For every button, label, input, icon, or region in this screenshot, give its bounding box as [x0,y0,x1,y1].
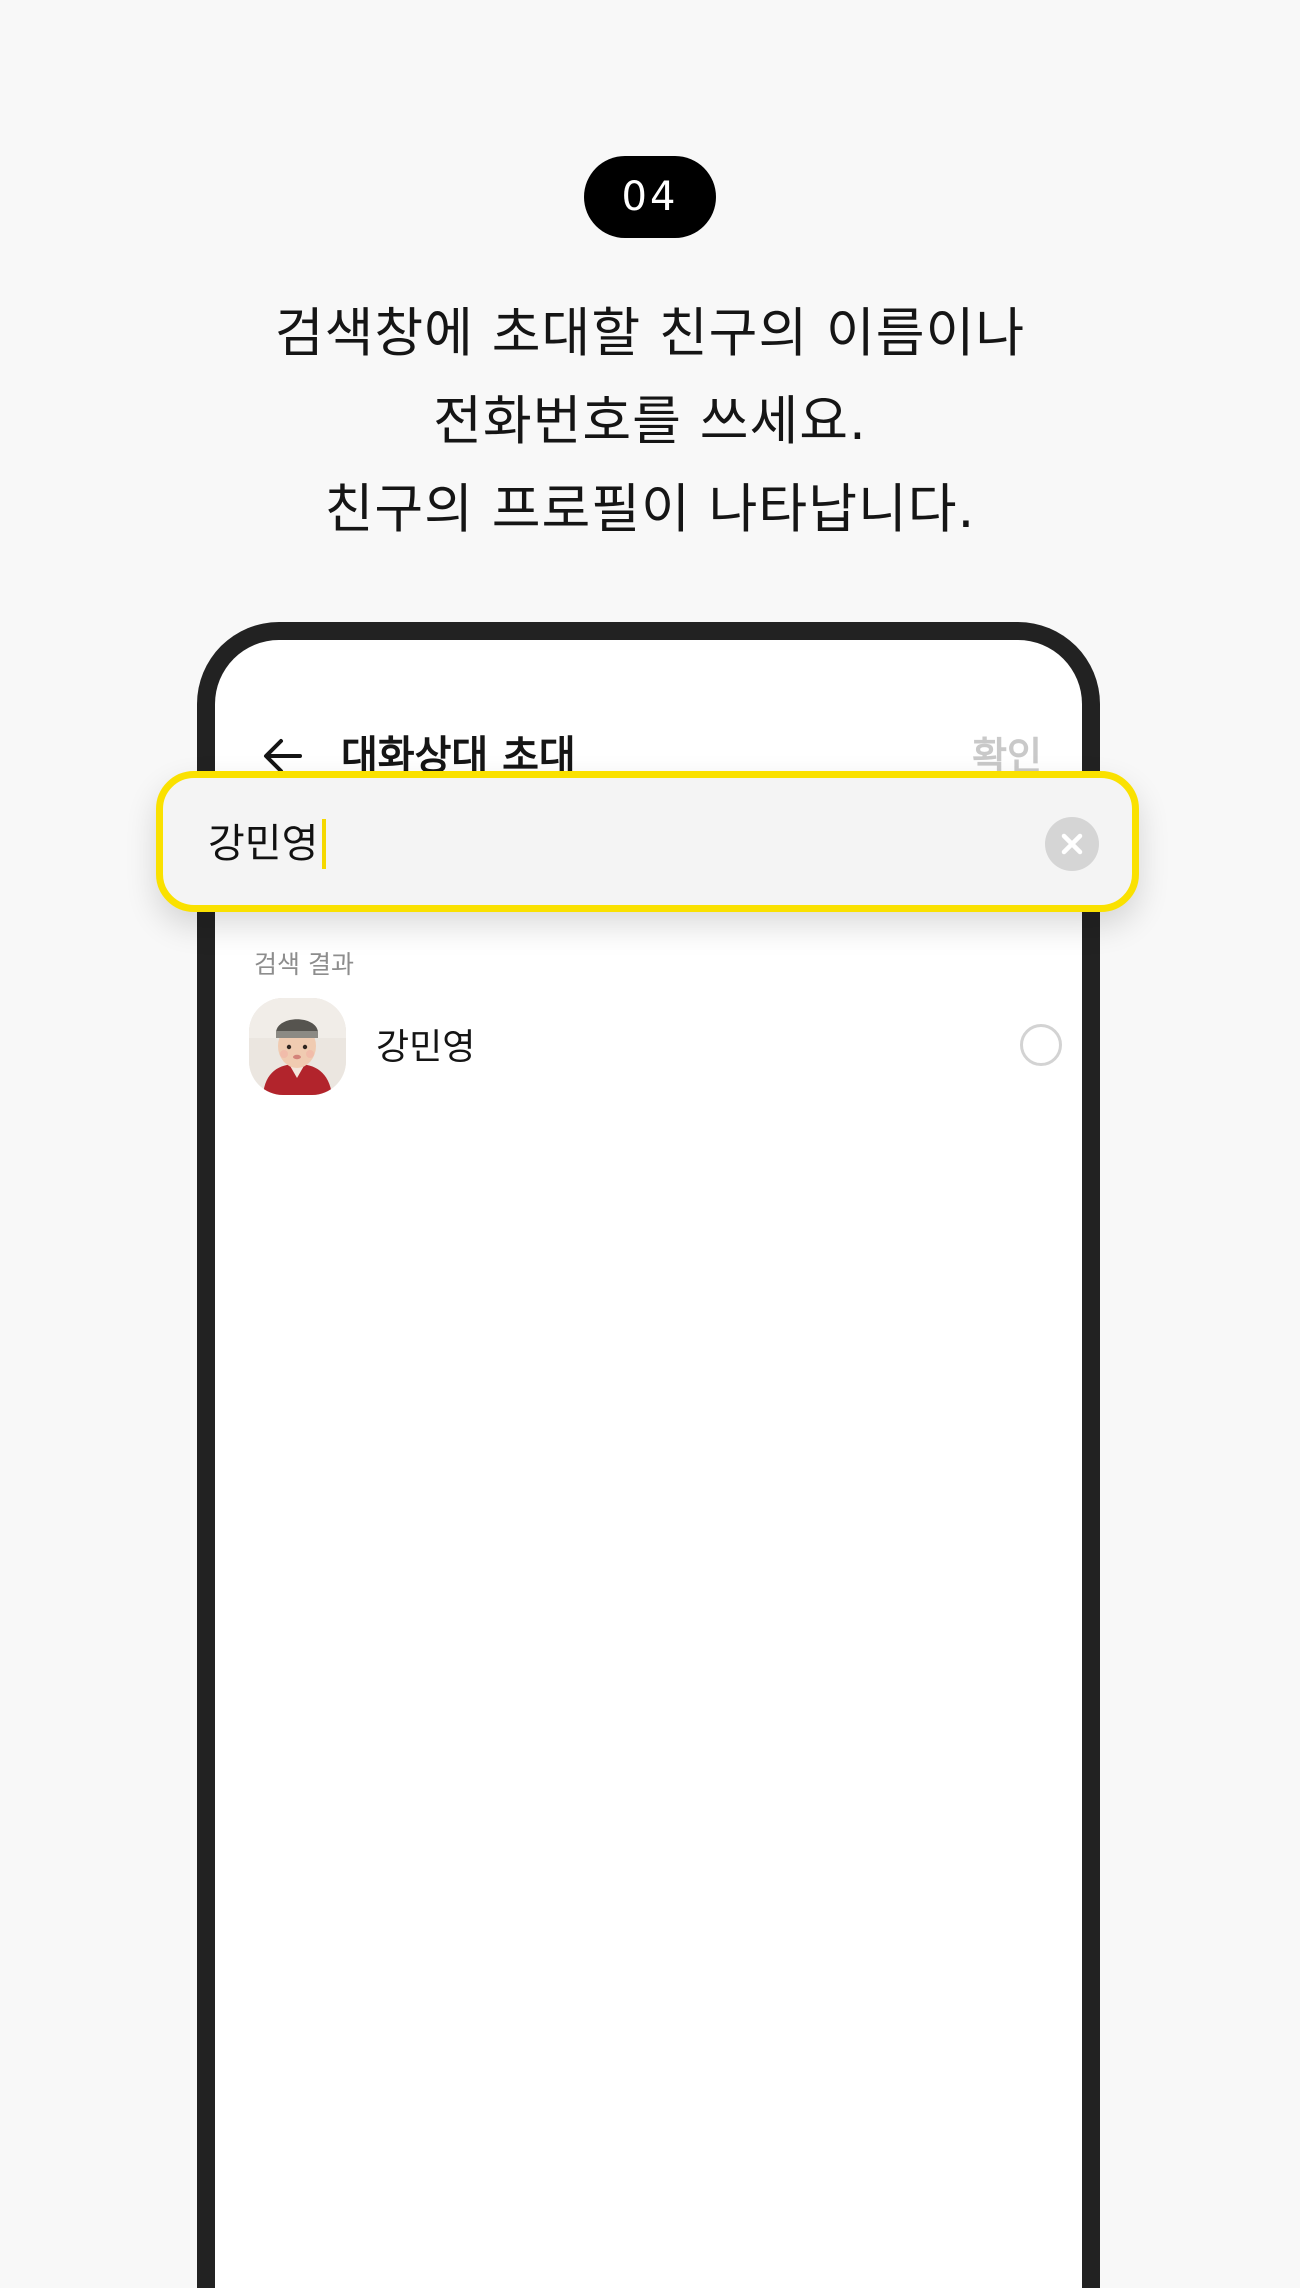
text-caret [322,819,327,869]
search-input[interactable]: 강민영 [156,771,1139,912]
search-input-text: 강민영 [208,816,327,872]
step-badge: 04 [584,156,716,238]
instruction-line-1: 검색창에 초대할 친구의 이름이나 [274,303,1026,364]
instruction-line-2: 전화번호를 쓰세요. [433,391,867,452]
select-radio[interactable] [1020,1024,1062,1066]
instruction-text: 검색창에 초대할 친구의 이름이나 전화번호를 쓰세요. 친구의 프로필이 나타… [0,290,1300,554]
avatar [249,998,346,1095]
profile-photo-icon [249,998,346,1095]
search-results-label: 검색 결과 [254,950,354,979]
clear-search-button[interactable] [1045,817,1099,871]
close-icon [1061,833,1083,855]
instruction-line-3: 친구의 프로필이 나타납니다. [324,479,976,540]
result-name: 강민영 [376,1027,476,1068]
search-input-value: 강민영 [208,821,319,867]
search-result-row[interactable]: 강민영 [249,998,1069,1098]
